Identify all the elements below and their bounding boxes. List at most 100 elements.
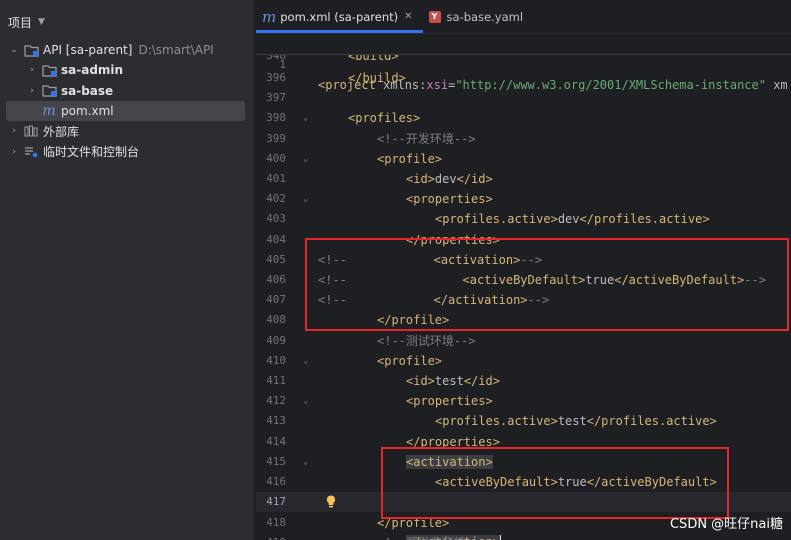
chevron-down-icon[interactable]: ⌄ xyxy=(8,45,20,55)
chevron-right-icon[interactable]: › xyxy=(8,126,20,136)
tab-pom-xml[interactable]: m pom.xml (sa-parent) ✕ xyxy=(256,0,423,33)
fold-icon[interactable]: ⌄ xyxy=(303,452,308,472)
lightbulb-icon[interactable] xyxy=(326,495,336,508)
code-line[interactable]: 406 <!-- <activeByDefault>true</activeByD… xyxy=(256,270,791,290)
code-line[interactable]: 403 <profiles.active>dev</profiles.active… xyxy=(256,209,791,229)
code-line[interactable]: 400 ⌄ <profile> xyxy=(256,149,791,169)
code-text: <!-- <activation>--> xyxy=(318,253,542,267)
line-number: 412 xyxy=(266,394,286,407)
tree-item-external-libraries[interactable]: › 外部库 xyxy=(0,121,255,141)
tree-item-label: 外部库 xyxy=(43,124,80,139)
tree-item-label: sa-base xyxy=(61,83,114,98)
code-line[interactable]: 407 <!-- </activation>--> xyxy=(256,290,791,310)
project-tool-window: 项目 ▼ ⌄ API [sa-parent] D:\smart\API › sa… xyxy=(0,0,255,540)
yaml-file-icon: Y xyxy=(428,10,441,23)
maven-file-icon: m xyxy=(262,7,277,26)
line-number: 407 xyxy=(266,293,286,306)
line-number: 417 xyxy=(266,495,286,508)
code-line[interactable]: 416 <activeByDefault>true</activeByDefaul… xyxy=(256,472,791,492)
module-folder-icon xyxy=(41,63,57,77)
code-line[interactable]: 404 </properties> xyxy=(256,230,791,250)
project-tree: ⌄ API [sa-parent] D:\smart\API › sa-admi… xyxy=(0,40,255,162)
code-line[interactable]: 405 <!-- <activation>--> xyxy=(256,250,791,270)
tree-item-path: D:\smart\API xyxy=(138,43,214,58)
line-number: 414 xyxy=(266,435,286,448)
line-number: 406 xyxy=(266,273,286,286)
code-text: </profile> xyxy=(377,313,450,327)
module-folder-icon xyxy=(41,84,57,98)
tree-item-sa-admin[interactable]: › sa-admin xyxy=(0,60,255,80)
project-panel-header[interactable]: 项目 ▼ xyxy=(0,7,255,37)
code-text: <activeByDefault>true</activeByDefault> xyxy=(435,475,717,489)
code-line[interactable]: 419 <!--预发布环境--> xyxy=(256,533,791,540)
tab-sa-base-yaml[interactable]: Y sa-base.yaml xyxy=(423,0,534,33)
code-text: <profiles.active>test</profiles.active> xyxy=(435,414,717,428)
tree-item-api-root[interactable]: ⌄ API [sa-parent] D:\smart\API xyxy=(0,40,255,60)
project-panel-title: 项目 xyxy=(8,15,33,30)
code-text: <properties> xyxy=(406,192,493,206)
code-text: <project xmlns:xsi="http://www.w3.org/20… xyxy=(318,78,788,93)
code-text: </profile> xyxy=(377,516,450,530)
code-text: <!--开发环境--> xyxy=(377,132,476,146)
close-icon[interactable]: ✕ xyxy=(404,11,412,22)
tree-item-label: API [sa-parent] xyxy=(43,43,133,58)
tree-item-pom-xml[interactable]: m pom.xml xyxy=(6,100,245,122)
fold-icon[interactable]: ⌄ xyxy=(303,351,308,371)
code-editor[interactable]: 1 <project xmlns:xsi="http://www.w3.org/… xyxy=(256,35,791,540)
fold-icon[interactable]: ⌄ xyxy=(303,189,308,209)
line-number: 1 xyxy=(279,58,286,72)
code-line[interactable]: 412 ⌄ <properties> xyxy=(256,391,791,411)
library-icon xyxy=(23,124,39,138)
fold-icon[interactable]: ⌄ xyxy=(303,149,308,169)
code-text: <properties> xyxy=(406,394,493,408)
code-line[interactable]: 414 </properties> xyxy=(256,432,791,452)
code-text: <profile> xyxy=(377,354,443,368)
code-text: <profiles> xyxy=(348,111,421,125)
code-text: <activation> xyxy=(406,455,493,469)
code-line[interactable]: 410 ⌄ <profile> xyxy=(256,351,791,371)
sticky-line[interactable]: 1 <project xmlns:xsi="http://www.w3.org/… xyxy=(256,35,791,92)
code-line[interactable]: 398 ⌄ <profiles> xyxy=(256,108,791,128)
code-line[interactable]: 413 <profiles.active>test</profiles.activ… xyxy=(256,411,791,431)
code-line[interactable]: 411 <id>test</id> xyxy=(256,371,791,391)
line-number: 419 xyxy=(256,533,286,540)
code-line[interactable]: 402 ⌄ <properties> xyxy=(256,189,791,209)
code-text: <!--预发布环境--> xyxy=(377,533,488,540)
line-number: 402 xyxy=(266,192,286,205)
code-line[interactable]: 409 <!--测试环境--> xyxy=(256,331,791,351)
chevron-right-icon[interactable]: › xyxy=(8,147,20,157)
watermark: CSDN @旺仔nai糖 xyxy=(669,517,783,532)
chevron-right-icon[interactable]: › xyxy=(26,65,38,75)
code-line[interactable]: 401 <id>dev</id> xyxy=(256,169,791,189)
tab-label: pom.xml (sa-parent) xyxy=(280,9,399,24)
code-text: <!-- <activeByDefault>true</activeByDefa… xyxy=(318,273,766,287)
code-text: </properties> xyxy=(406,435,500,449)
chevron-right-icon[interactable]: › xyxy=(26,86,38,96)
code-text: <id>test</id> xyxy=(406,374,500,388)
code-text: </properties> xyxy=(406,233,500,247)
line-number: 405 xyxy=(266,253,286,266)
tree-item-label: 临时文件和控制台 xyxy=(43,145,140,160)
fold-icon[interactable]: ⌄ xyxy=(303,391,308,411)
line-number: 415 xyxy=(266,455,286,468)
tree-item-label: sa-admin xyxy=(61,63,124,78)
code-line[interactable]: 399 <!--开发环境--> xyxy=(256,129,791,149)
code-text: <profiles.active>dev</profiles.active> xyxy=(435,212,710,226)
tree-item-sa-base[interactable]: › sa-base xyxy=(0,81,255,101)
code-text: <!-- </activation>--> xyxy=(318,293,550,307)
module-folder-icon xyxy=(23,43,39,57)
code-line[interactable]: 415 ⌄ <activation> xyxy=(256,452,791,472)
code-line-current[interactable]: 417 </activation> xyxy=(256,492,791,540)
line-number: 401 xyxy=(266,172,286,185)
code-text: <id>dev</id> xyxy=(406,172,493,186)
code-line[interactable]: 408 </profile> xyxy=(256,310,791,330)
line-number: 400 xyxy=(266,152,286,165)
fold-icon[interactable]: ⌄ xyxy=(303,108,308,128)
line-number: 404 xyxy=(266,233,286,246)
editor-tabs: m pom.xml (sa-parent) ✕ Y sa-base.yaml xyxy=(256,0,791,34)
tab-label: sa-base.yaml xyxy=(446,9,524,24)
chevron-down-icon[interactable]: ▼ xyxy=(38,17,45,27)
line-number: 399 xyxy=(266,132,286,145)
line-number: 408 xyxy=(266,313,286,326)
tree-item-scratches[interactable]: › 临时文件和控制台 xyxy=(0,141,255,161)
